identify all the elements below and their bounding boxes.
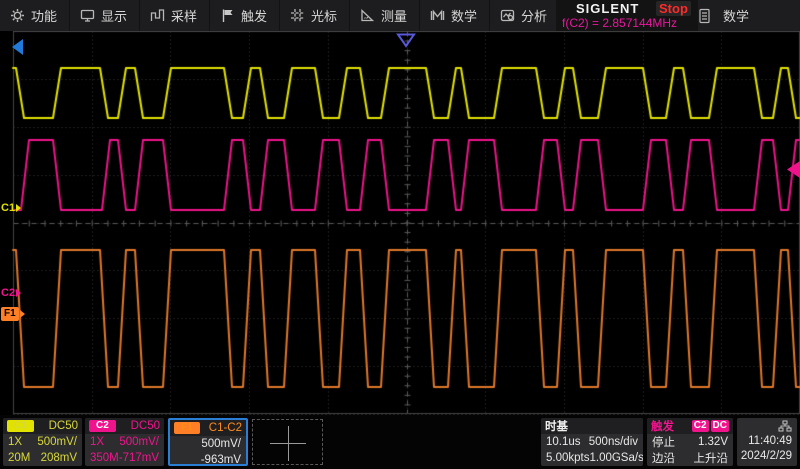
menu-item-label: 功能	[31, 9, 58, 24]
trigger-source-badge: C2	[691, 420, 709, 432]
gear-icon	[10, 8, 25, 23]
menu-item-label: 显示	[101, 9, 128, 24]
math-f1-descriptor[interactable]: F1 C1-C2 500mV/ -963mV	[168, 418, 248, 466]
math-icon	[430, 8, 445, 23]
c1-attenuation: 1X	[8, 436, 23, 448]
cursor-icon	[290, 8, 305, 23]
f1-scale: 500mV/	[201, 438, 241, 450]
timebase-delay: 10.1us	[546, 436, 581, 448]
analysis-icon	[500, 8, 515, 23]
active-dialog-label: 数学	[723, 9, 750, 24]
menu-item-label: 触发	[241, 9, 268, 24]
logo-area: SIGLENT Stop f(C2) = 2.857144MHz	[556, 0, 698, 31]
menu-item-math[interactable]: 数学	[420, 0, 490, 31]
c2-chip: C2	[89, 420, 116, 432]
menu-item-acquire[interactable]: 采样	[140, 0, 210, 31]
trigger-position-marker[interactable]	[396, 33, 416, 48]
c1-offset: 208mV	[40, 452, 77, 464]
display-icon	[80, 8, 95, 23]
timebase-descriptor[interactable]: 时基 10.1us 500ns/div 5.00kpts 1.00GSa/s	[541, 418, 643, 466]
timebase-points: 5.00kpts	[546, 452, 590, 464]
c2-attenuation: 1X	[90, 436, 105, 448]
menu-item-label: 光标	[311, 9, 338, 24]
menu-item-analysis[interactable]: 分析	[490, 0, 560, 31]
measure-icon	[360, 8, 375, 23]
trigger-slope: 上升沿	[693, 453, 729, 465]
frequency-counter-readout: f(C2) = 2.857144MHz	[562, 16, 678, 30]
lan-icon	[778, 419, 792, 432]
c1-chip: C1	[7, 420, 34, 432]
channel1-descriptor[interactable]: C1 DC50 1X 500mV/ 20M 208mV	[3, 418, 82, 466]
f1-expression: C1-C2	[208, 422, 242, 434]
status-bar: C1 DC50 1X 500mV/ 20M 208mV C2 DC50 1X 5…	[0, 415, 800, 469]
trigger-flag-icon	[220, 8, 235, 23]
menu-item-label: 数学	[451, 9, 478, 24]
timebase-title: 时基	[545, 421, 568, 433]
c2-coupling: DC50	[130, 420, 160, 432]
f1-chip: F1	[174, 422, 200, 434]
c1-arrow-icon	[16, 204, 22, 212]
trigger-title: 触发	[651, 421, 674, 433]
acquisition-status-badge[interactable]: Stop	[656, 1, 691, 16]
plus-icon	[288, 426, 289, 461]
f1-offset: -963mV	[200, 454, 241, 466]
trigger-level-marker[interactable]	[787, 161, 800, 178]
f1-position-marker[interactable]: F1	[1, 307, 25, 321]
acquire-icon	[150, 8, 165, 23]
panel-list-icon	[698, 8, 711, 24]
c1-coupling: DC50	[48, 420, 78, 432]
menu-item-trigger[interactable]: 触发	[210, 0, 280, 31]
siglent-logo: SIGLENT	[576, 1, 640, 16]
c2-scale: 500mV/	[119, 436, 159, 448]
trigger-coupling-badge: DC	[710, 420, 729, 432]
menu-item-label: 采样	[171, 9, 198, 24]
c1-bandwidth: 20M	[8, 452, 31, 464]
channel2-descriptor[interactable]: C2 DC50 1X 500mV/ 350M -717mV	[85, 418, 164, 466]
trigger-type: 边沿	[652, 453, 675, 465]
waveform-display[interactable]	[0, 31, 800, 415]
f1-arrow-icon	[19, 310, 25, 318]
active-dialog-indicator[interactable]: 数学	[698, 0, 800, 31]
menu-item-label: 测量	[381, 9, 408, 24]
menu-item-function[interactable]: 功能	[0, 0, 70, 31]
trigger-descriptor[interactable]: 触发 C2 DC 停止 1.32V 边沿 上升沿	[647, 418, 733, 466]
c2-bandwidth: 350M	[90, 452, 119, 464]
c2-position-marker[interactable]: C2	[1, 287, 22, 299]
c2-position-label: C2	[1, 287, 16, 299]
trigger-status: 停止	[652, 437, 675, 449]
timebase-scale: 500ns/div	[588, 436, 638, 448]
c1-scale: 500mV/	[37, 436, 77, 448]
clock-time: 11:40:49	[748, 434, 792, 447]
c2-arrow-icon	[16, 289, 22, 297]
c1-position-label: C1	[1, 202, 16, 214]
trigger-level: 1.32V	[697, 436, 728, 448]
timebase-sample-rate: 1.00GSa/s	[589, 452, 643, 464]
datetime-box[interactable]: 11:40:49 2024/2/29	[737, 418, 797, 466]
c2-offset: -717mV	[118, 452, 160, 464]
menu-item-label: 分析	[521, 9, 548, 24]
c1-position-marker[interactable]: C1	[1, 202, 22, 214]
menu-item-measure[interactable]: 测量	[350, 0, 420, 31]
f1-position-label: F1	[1, 307, 19, 321]
menu-item-cursor[interactable]: 光标	[280, 0, 350, 31]
trigger-delay-arrow[interactable]	[12, 39, 24, 55]
clock-date: 2024/2/29	[740, 449, 792, 462]
menu-item-display[interactable]: 显示	[70, 0, 140, 31]
add-channel-placeholder[interactable]	[252, 419, 323, 465]
oscilloscope-screen: 功能 显示 采样 触发 光标 测量 数学 分析 SIGLENT Stop f(C…	[0, 0, 800, 469]
